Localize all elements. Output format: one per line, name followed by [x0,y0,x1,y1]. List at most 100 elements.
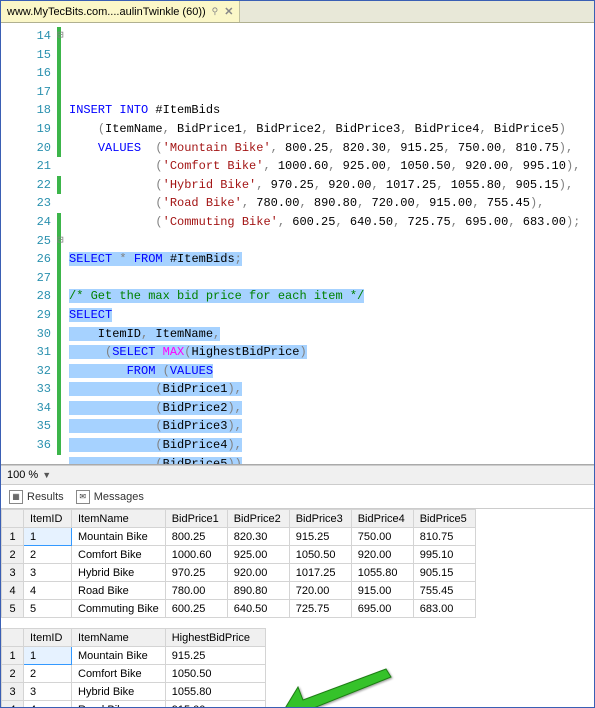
cell[interactable]: 1 [24,647,72,665]
column-header[interactable]: ItemID [24,629,72,647]
code-line[interactable]: SELECT [69,306,590,325]
cell[interactable]: 905.15 [413,564,475,582]
cell[interactable]: 755.45 [413,582,475,600]
cell[interactable]: 915.25 [165,647,265,665]
cell[interactable]: Mountain Bike [72,528,166,546]
outline-collapse-icon[interactable]: ⊟ [57,232,64,251]
code-line[interactable] [69,269,590,288]
table-row[interactable]: 44Road Bike915.00 [2,701,266,708]
cell[interactable]: 1055.80 [351,564,413,582]
table-row[interactable]: 22Comfort Bike1000.60925.001050.50920.00… [2,546,476,564]
table-row[interactable]: 33Hybrid Bike970.25920.001017.251055.809… [2,564,476,582]
code-line[interactable]: (BidPrice3), [69,417,590,436]
column-header[interactable]: BidPrice1 [165,510,227,528]
cell[interactable]: 1000.60 [165,546,227,564]
table-row[interactable]: 44Road Bike780.00890.80720.00915.00755.4… [2,582,476,600]
code-line[interactable]: ('Road Bike', 780.00, 890.80, 720.00, 91… [69,194,590,213]
cell[interactable]: 5 [24,600,72,618]
column-header[interactable]: BidPrice5 [413,510,475,528]
editor-tab[interactable]: www.MyTecBits.com....aulinTwinkle (60)) … [1,1,240,22]
column-header[interactable]: BidPrice2 [227,510,289,528]
code-line[interactable]: (ItemName, BidPrice1, BidPrice2, BidPric… [69,120,590,139]
column-header[interactable]: BidPrice3 [289,510,351,528]
table-row[interactable]: 55Commuting Bike600.25640.50725.75695.00… [2,600,476,618]
cell[interactable]: 970.25 [165,564,227,582]
corner-cell[interactable] [2,510,24,528]
code-line[interactable]: ('Commuting Bike', 600.25, 640.50, 725.7… [69,213,590,232]
cell[interactable]: Mountain Bike [72,647,166,665]
row-header[interactable]: 2 [2,546,24,564]
code-line[interactable] [69,232,590,251]
cell[interactable]: 725.75 [289,600,351,618]
cell[interactable]: 995.10 [413,546,475,564]
cell[interactable]: Comfort Bike [72,665,166,683]
column-header[interactable]: BidPrice4 [351,510,413,528]
cell[interactable]: 810.75 [413,528,475,546]
column-header[interactable]: ItemName [72,510,166,528]
cell[interactable]: 780.00 [165,582,227,600]
chevron-down-icon[interactable]: ▼ [42,470,51,480]
cell[interactable]: 600.25 [165,600,227,618]
cell[interactable]: 1017.25 [289,564,351,582]
code-editor[interactable]: 1415161718192021222324252627282930313233… [1,23,594,465]
table-row[interactable]: 22Comfort Bike1050.50 [2,665,266,683]
cell[interactable]: 1050.50 [165,665,265,683]
code-line[interactable]: (BidPrice4), [69,436,590,455]
cell[interactable]: 3 [24,564,72,582]
pin-icon[interactable]: ⚲ [212,6,219,17]
cell[interactable]: 1055.80 [165,683,265,701]
code-line[interactable]: ('Comfort Bike', 1000.60, 925.00, 1050.5… [69,157,590,176]
cell[interactable]: 4 [24,701,72,708]
table-row[interactable]: 11Mountain Bike915.25 [2,647,266,665]
code-area[interactable]: ⊟ ⊟ INSERT INTO #ItemBids (ItemName, Bid… [65,23,594,464]
cell[interactable]: 800.25 [165,528,227,546]
cell[interactable]: 2 [24,665,72,683]
row-header[interactable]: 3 [2,683,24,701]
table-row[interactable]: 11Mountain Bike800.25820.30915.25750.008… [2,528,476,546]
cell[interactable]: 695.00 [351,600,413,618]
cell[interactable]: Road Bike [72,582,166,600]
result-grid-1[interactable]: ItemIDItemNameBidPrice1BidPrice2BidPrice… [1,509,476,618]
cell[interactable]: 915.00 [165,701,265,708]
code-line[interactable]: /* Get the max bid price for each item *… [69,287,590,306]
result-grid-2[interactable]: ItemIDItemNameHighestBidPrice11Mountain … [1,628,266,707]
corner-cell[interactable] [2,629,24,647]
row-header[interactable]: 4 [2,701,24,708]
row-header[interactable]: 5 [2,600,24,618]
cell[interactable]: 720.00 [289,582,351,600]
code-line[interactable]: (SELECT MAX(HighestBidPrice) [69,343,590,362]
row-header[interactable]: 1 [2,528,24,546]
column-header[interactable]: ItemName [72,629,166,647]
code-line[interactable]: FROM (VALUES [69,362,590,381]
cell[interactable]: Road Bike [72,701,166,708]
cell[interactable]: 920.00 [227,564,289,582]
results-tab[interactable]: ▦ Results [9,490,64,504]
cell[interactable]: Commuting Bike [72,600,166,618]
code-line[interactable]: ('Hybrid Bike', 970.25, 920.00, 1017.25,… [69,176,590,195]
cell[interactable]: 915.25 [289,528,351,546]
row-header[interactable]: 1 [2,647,24,665]
cell[interactable]: Hybrid Bike [72,683,166,701]
cell[interactable]: 915.00 [351,582,413,600]
cell[interactable]: 1 [24,528,72,546]
code-line[interactable]: (BidPrice2), [69,399,590,418]
cell[interactable]: 1050.50 [289,546,351,564]
cell[interactable]: 683.00 [413,600,475,618]
cell[interactable]: 4 [24,582,72,600]
close-icon[interactable]: ✕ [224,5,233,18]
table-row[interactable]: 33Hybrid Bike1055.80 [2,683,266,701]
row-header[interactable]: 2 [2,665,24,683]
cell[interactable]: Hybrid Bike [72,564,166,582]
cell[interactable]: Comfort Bike [72,546,166,564]
cell[interactable]: 890.80 [227,582,289,600]
code-line[interactable]: SELECT * FROM #ItemBids; [69,250,590,269]
messages-tab[interactable]: ✉ Messages [76,490,144,504]
outline-collapse-icon[interactable]: ⊟ [57,27,64,46]
cell[interactable]: 820.30 [227,528,289,546]
cell[interactable]: 750.00 [351,528,413,546]
cell[interactable]: 920.00 [351,546,413,564]
code-line[interactable]: INSERT INTO #ItemBids [69,101,590,120]
code-line[interactable]: ItemID, ItemName, [69,325,590,344]
code-line[interactable]: (BidPrice1), [69,380,590,399]
row-header[interactable]: 3 [2,564,24,582]
